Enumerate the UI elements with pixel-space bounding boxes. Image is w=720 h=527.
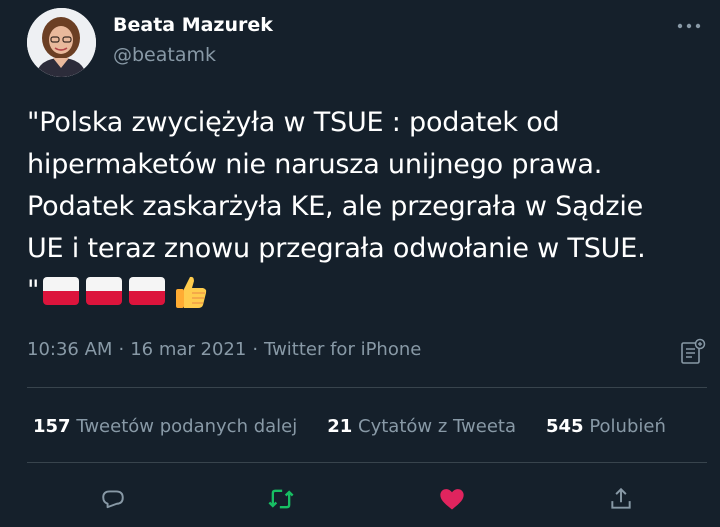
more-options-icon[interactable] (674, 16, 704, 36)
heart-icon (440, 489, 464, 510)
poland-flag-icon (43, 277, 80, 305)
reply-icon (102, 490, 124, 509)
retweet-icon (268, 489, 294, 509)
like-button[interactable] (435, 482, 469, 516)
tweet-text-line: Podatek zaskarżyła KE, ale przegrała w S… (27, 191, 644, 222)
author-display-name[interactable]: Beata Mazurek (113, 14, 273, 36)
tweet-emoji-line: " (27, 270, 707, 312)
tweet-text: "Polska zwyciężyła w TSUE : podatek od h… (27, 102, 707, 312)
quotes-label: Cytatów z Tweeta (358, 416, 516, 437)
meta-separator: · (252, 339, 259, 360)
analytics-icon[interactable] (679, 338, 707, 366)
share-icon (611, 487, 631, 509)
quotes-stat[interactable]: 21 Cytatów z Tweeta (327, 416, 516, 437)
likes-label: Polubień (589, 416, 666, 437)
poland-flag-icon (129, 277, 166, 305)
tweet-date[interactable]: 16 mar 2021 (130, 339, 246, 360)
tweet-source[interactable]: Twitter for iPhone (264, 339, 421, 360)
tweet-text-line: hipermaketów nie narusza unijnego prawa. (27, 149, 603, 180)
divider (27, 387, 707, 388)
meta-separator: · (118, 339, 125, 360)
poland-flag-icon (86, 277, 123, 305)
retweets-count: 157 (33, 416, 71, 437)
quotes-count: 21 (327, 416, 353, 437)
tweet-time[interactable]: 10:36 AM (27, 339, 112, 360)
tweet-metadata: 10:36 AM · 16 mar 2021 · Twitter for iPhone (27, 339, 421, 360)
divider (27, 462, 707, 463)
retweets-label: Tweetów podanych dalej (76, 416, 298, 437)
closing-quote: " (27, 275, 40, 306)
avatar[interactable] (27, 8, 96, 77)
likes-stat[interactable]: 545 Polubień (546, 416, 666, 437)
reply-button[interactable] (96, 482, 130, 516)
thumbs-up-icon (172, 273, 208, 309)
tweet-text-line: "Polska zwyciężyła w TSUE : podatek od (27, 107, 560, 138)
retweet-button[interactable] (264, 482, 298, 516)
likes-count: 545 (546, 416, 584, 437)
share-button[interactable] (604, 482, 638, 516)
tweet-stats: 157 Tweetów podanych dalej 21 Cytatów z … (33, 416, 696, 437)
author-handle[interactable]: @beatamk (113, 44, 216, 66)
retweets-stat[interactable]: 157 Tweetów podanych dalej (33, 416, 297, 437)
tweet-text-line: UE i teraz znowu przegrała odwołanie w T… (27, 233, 646, 264)
tweet-card: Beata Mazurek @beatamk "Polska zwyciężył… (0, 0, 720, 527)
